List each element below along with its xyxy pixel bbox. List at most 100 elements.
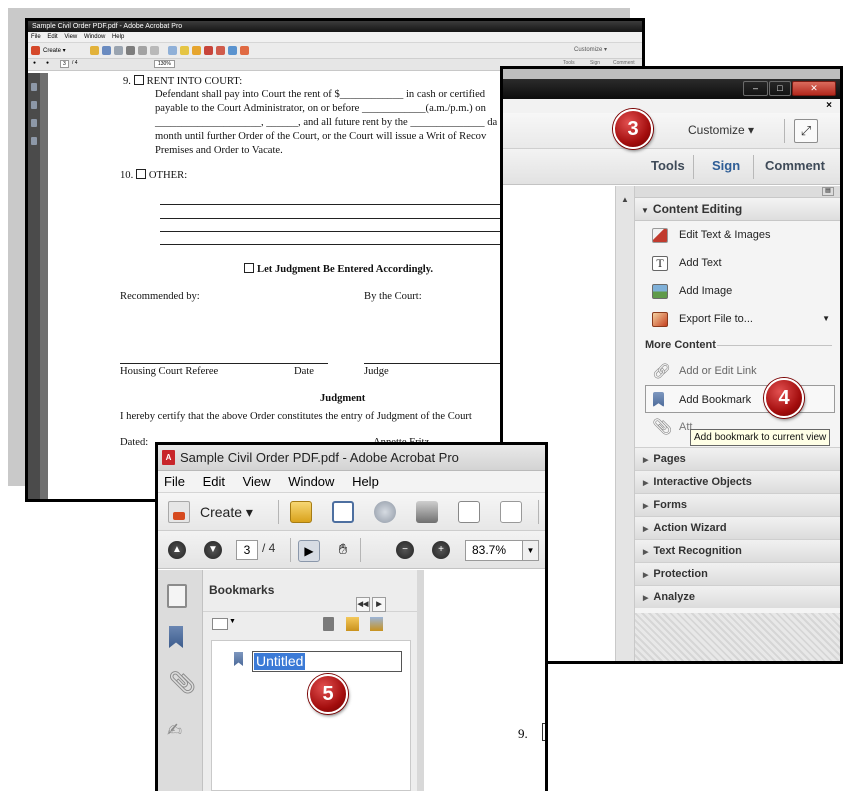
section-forms[interactable]: ▶ Forms: [635, 493, 840, 516]
previous-page-icon[interactable]: ▲: [168, 541, 186, 559]
menu-window[interactable]: Window: [288, 474, 334, 489]
scrollbar[interactable]: ▲: [615, 186, 635, 661]
page-number-input[interactable]: 3: [60, 60, 69, 68]
page-total: / 4: [72, 60, 78, 66]
item-title: OTHER:: [148, 170, 188, 181]
options-dropdown-icon[interactable]: ▼: [229, 618, 236, 625]
next-page-icon[interactable]: ▼: [204, 541, 222, 559]
pane-options-icon[interactable]: ▤: [822, 187, 834, 196]
tab-sign[interactable]: Sign: [712, 158, 740, 173]
zoom-in-icon[interactable]: +: [432, 541, 450, 559]
bookmark-name-input[interactable]: Untitled: [252, 651, 402, 672]
add-image-tool[interactable]: Add Image: [635, 277, 840, 305]
prev-page-icon[interactable]: ●: [33, 60, 36, 66]
attachment-icon[interactable]: [31, 119, 37, 127]
fullscreen-icon[interactable]: ⤢: [794, 119, 818, 143]
zoom-dropdown-icon[interactable]: ▼: [523, 540, 539, 561]
cloud-icon[interactable]: [374, 501, 396, 523]
main-toolbar: Create ▾ Customize ▾: [28, 43, 642, 59]
save-icon[interactable]: [332, 501, 354, 523]
new-bookmark-icon[interactable]: [346, 617, 359, 631]
tools-pane: ▤ ▼ Content Editing Edit Text & Images TA…: [635, 186, 840, 661]
checkbox[interactable]: [135, 169, 146, 179]
menu-help[interactable]: Help: [352, 474, 379, 489]
tab-tools[interactable]: Tools: [651, 158, 685, 173]
dropdown-arrow-icon[interactable]: ▼: [822, 305, 830, 333]
section-content-editing[interactable]: ▼ Content Editing: [635, 198, 840, 221]
item-number: 9.: [123, 76, 131, 87]
edit-icon[interactable]: [458, 501, 480, 523]
comment-icon[interactable]: [180, 46, 189, 55]
collapse-arrow-icon: ▶: [643, 549, 649, 556]
signatures-icon[interactable]: ✍︎: [167, 720, 182, 741]
email-icon[interactable]: [500, 501, 522, 523]
collapse-panel-icon[interactable]: ◀◀: [356, 597, 370, 612]
page-thumbnails-icon[interactable]: [167, 584, 187, 608]
expand-bookmark-icon[interactable]: [370, 617, 383, 631]
edit-text-images-tool[interactable]: Edit Text & Images: [635, 221, 840, 249]
section-pages[interactable]: ▶ Pages: [635, 447, 840, 470]
menu-view[interactable]: View: [243, 474, 271, 489]
add-text-tool[interactable]: T Add Text: [635, 249, 840, 277]
doc-line: payable to the Court Administrator, on o…: [155, 103, 486, 114]
close-window-button[interactable]: ✕: [792, 81, 836, 96]
menu-view[interactable]: View: [64, 34, 77, 40]
highlight-icon[interactable]: [192, 46, 201, 55]
checkbox[interactable]: [244, 263, 254, 273]
review-icon[interactable]: [228, 46, 237, 55]
section-action-wizard[interactable]: ▶ Action Wizard: [635, 516, 840, 539]
menu-file[interactable]: File: [164, 474, 185, 489]
minimize-button[interactable]: –: [743, 81, 768, 96]
create-button[interactable]: Create ▾: [31, 46, 66, 55]
menu-edit[interactable]: Edit: [47, 34, 57, 40]
section-text-recognition[interactable]: ▶ Text Recognition: [635, 539, 840, 562]
title-bar: – □ ✕: [503, 79, 840, 99]
delete-icon[interactable]: [323, 617, 334, 631]
menu-file[interactable]: File: [31, 34, 41, 40]
menu-window[interactable]: Window: [84, 34, 105, 40]
next-page-icon[interactable]: ●: [46, 60, 49, 66]
section-protection[interactable]: ▶ Protection: [635, 562, 840, 585]
scroll-up-icon[interactable]: ▲: [616, 195, 634, 204]
close-icon[interactable]: ×: [826, 99, 832, 113]
export-file-tool[interactable]: Export File to... ▼: [635, 305, 840, 333]
open-icon[interactable]: [290, 501, 312, 523]
stamp-icon[interactable]: [204, 46, 213, 55]
bookmarks-panel-icon[interactable]: [169, 626, 183, 648]
email-icon[interactable]: [150, 46, 159, 55]
signature-icon[interactable]: [31, 137, 37, 145]
attachments-icon[interactable]: 📎︎: [168, 670, 196, 696]
options-icon[interactable]: [212, 618, 228, 630]
zoom-input[interactable]: 130%: [154, 60, 175, 68]
pages-icon[interactable]: [31, 83, 37, 91]
hand-tool-icon[interactable]: ✋︎: [332, 540, 354, 562]
customize-button[interactable]: Customize ▾: [574, 46, 607, 53]
cloud-icon[interactable]: [114, 46, 123, 55]
section-interactive-objects[interactable]: ▶ Interactive Objects: [635, 470, 840, 493]
zoom-out-icon[interactable]: −: [396, 541, 414, 559]
edit-icon[interactable]: [138, 46, 147, 55]
menu-help[interactable]: Help: [112, 34, 124, 40]
checkbox[interactable]: [133, 75, 144, 85]
share-icon[interactable]: [216, 46, 225, 55]
menu-edit[interactable]: Edit: [203, 474, 225, 489]
gear-icon[interactable]: [168, 46, 177, 55]
sign-icon[interactable]: [240, 46, 249, 55]
maximize-button[interactable]: □: [769, 81, 791, 96]
add-edit-link-tool[interactable]: 🔗︎ Add or Edit Link: [635, 357, 840, 385]
select-cursor-icon[interactable]: ▶: [298, 540, 320, 562]
open-icon[interactable]: [90, 46, 99, 55]
print-icon[interactable]: [416, 501, 438, 523]
customize-button[interactable]: Customize ▾: [688, 123, 754, 137]
tab-comment[interactable]: Comment: [765, 158, 825, 173]
add-bookmark-tool[interactable]: Add Bookmark: [645, 385, 835, 413]
create-button[interactable]: Create ▾: [164, 499, 253, 525]
zoom-input[interactable]: 83.7%: [465, 540, 523, 561]
save-icon[interactable]: [102, 46, 111, 55]
expand-panel-icon[interactable]: ▶: [372, 597, 386, 612]
section-analyze[interactable]: ▶ Analyze: [635, 585, 840, 608]
doc-line: Dated:: [120, 437, 149, 448]
print-icon[interactable]: [126, 46, 135, 55]
bookmark-icon[interactable]: [31, 101, 37, 109]
page-number-input[interactable]: 3: [236, 540, 258, 560]
